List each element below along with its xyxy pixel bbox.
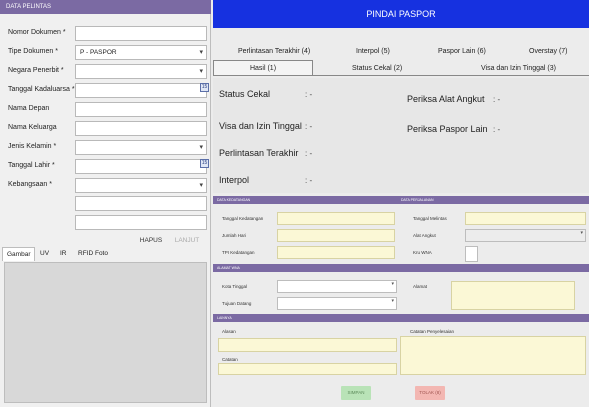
tab-status-cekal[interactable]: Status Cekal (2) — [352, 65, 402, 72]
visa-value: : - — [305, 122, 313, 131]
field-tanggal-lahir: Tanggal Lahir * 15 — [0, 157, 211, 176]
tanggal-melintas-label: Tanggal Melintas — [413, 216, 447, 221]
field-label: Nama Depan — [8, 105, 50, 112]
calendar-icon[interactable]: 15 — [200, 83, 209, 92]
negara-penerbit-select[interactable] — [75, 64, 207, 79]
field-nama-depan: Nama Depan — [0, 100, 211, 119]
alamat-wna-header: ALAMAT WNA — [213, 264, 589, 272]
extra-input-2[interactable] — [75, 215, 207, 230]
tab-interpol[interactable]: Interpol (5) — [356, 48, 390, 55]
paspor-lain-value: : - — [493, 125, 501, 134]
paspor-lain-label: Periksa Paspor Lain — [407, 124, 488, 134]
tanggal-kedatangan-label: Tanggal Kedatangan — [222, 216, 264, 221]
tanggal-kadaluarsa-input[interactable] — [75, 83, 207, 98]
alamat-field[interactable] — [451, 281, 575, 310]
status-cekal-label: Status Cekal — [219, 89, 271, 99]
tab-divider — [213, 75, 589, 76]
left-panel: DATA PELINTAS Nomor Dokumen * Tipe Dokum… — [0, 0, 211, 407]
tab-gambar[interactable]: Gambar — [2, 247, 36, 261]
field-label: Tanggal Lahir * — [8, 162, 55, 169]
alasan-field[interactable] — [218, 338, 397, 352]
kebangsaan-select[interactable] — [75, 178, 207, 193]
tab-hasil[interactable]: Hasil (1) — [213, 60, 313, 76]
field-label: Jenis Kelamin * — [8, 143, 57, 150]
field-label: Kebangsaan * — [8, 181, 52, 188]
catatan-penyelesaian-field[interactable] — [400, 336, 586, 375]
kedatangan-header: DATA KEDATANGAN — [213, 196, 397, 204]
nama-keluarga-input[interactable] — [75, 121, 207, 136]
kota-tinggal-select[interactable] — [277, 280, 397, 293]
interpol-value: : - — [305, 176, 313, 185]
tab-ir[interactable]: IR — [56, 247, 71, 261]
page-title: PINDAI PASPOR — [213, 0, 589, 28]
tab-rfid-foto[interactable]: RFID Foto — [74, 247, 112, 261]
left-panel-header: DATA PELINTAS — [0, 0, 211, 14]
alat-angkut-label: Periksa Alat Angkut — [407, 94, 485, 104]
tanggal-lahir-input[interactable] — [75, 159, 207, 174]
kru-wna-field[interactable] — [465, 246, 478, 262]
nomor-dokumen-input[interactable] — [75, 26, 207, 41]
tipe-dokumen-select[interactable]: P - PASPOR — [75, 45, 207, 60]
field-nama-keluarga: Nama Keluarga — [0, 119, 211, 138]
tujuan-datang-select[interactable] — [277, 297, 397, 310]
alat-angkut-select[interactable] — [465, 229, 586, 242]
field-jenis-kelamin: Jenis Kelamin * — [0, 138, 211, 157]
image-preview — [4, 262, 207, 403]
alasan-label: Alasan — [222, 329, 236, 334]
field-label: Tipe Dokumen * — [8, 48, 58, 55]
perjalanan-header: DATA PERJALANAN — [397, 196, 589, 204]
jenis-kelamin-select[interactable] — [75, 140, 207, 155]
calendar-icon[interactable]: 15 — [200, 159, 209, 168]
alamat-label: Alamat — [413, 284, 428, 289]
tab-overstay[interactable]: Overstay (7) — [529, 48, 568, 55]
field-label: Nomor Dokumen * — [8, 29, 66, 36]
field-label: Nama Keluarga — [8, 124, 57, 131]
tanggal-melintas-field[interactable] — [465, 212, 586, 225]
field-negara-penerbit: Negara Penerbit * — [0, 62, 211, 81]
jumlah-hari-field[interactable] — [277, 229, 395, 242]
status-cekal-value: : - — [305, 90, 313, 99]
field-label: Tanggal Kadaluarsa * — [8, 86, 75, 93]
catatan-penyelesaian-label: Catatan Penyelesaian — [410, 329, 455, 334]
nama-depan-input[interactable] — [75, 102, 207, 117]
tpi-kedatangan-field[interactable] — [277, 246, 395, 259]
field-tipe-dokumen: Tipe Dokumen * P - PASPOR — [0, 43, 211, 62]
extra-input-1[interactable] — [75, 196, 207, 211]
jumlah-hari-label: Jumlah Hari — [222, 233, 247, 238]
tpi-kedatangan-label: TPI Kedatangan — [222, 250, 255, 255]
tab-visa-izin-tinggal[interactable]: Visa dan Izin Tinggal (3) — [481, 65, 556, 72]
tab-paspor-lain[interactable]: Paspor Lain (6) — [438, 48, 486, 55]
field-label: Negara Penerbit * — [8, 67, 64, 74]
tab-uv[interactable]: UV — [36, 247, 53, 261]
field-tanggal-kadaluarsa: Tanggal Kadaluarsa * 15 — [0, 81, 211, 100]
perlintasan-value: : - — [305, 149, 313, 158]
catatan-label: Catatan — [222, 357, 238, 362]
tanggal-kedatangan-field[interactable] — [277, 212, 395, 225]
kru-wna-label: Kru WNA — [413, 250, 432, 255]
image-tabs: Gambar UV IR RFID Foto — [2, 247, 207, 261]
field-kebangsaan: Kebangsaan * — [0, 176, 211, 195]
lainnya-header: LAINNYA — [213, 314, 589, 322]
kota-tinggal-label: Kota Tinggal — [222, 284, 248, 289]
simpan-button[interactable]: SIMPAN — [341, 386, 371, 400]
tujuan-datang-label: Tujuan Datang — [222, 301, 252, 306]
catatan-field[interactable] — [218, 363, 397, 375]
lanjut-button[interactable]: LANJUT — [172, 234, 202, 247]
alat-angkut-value: : - — [493, 95, 501, 104]
visa-label: Visa dan Izin Tinggal — [219, 121, 302, 131]
perlintasan-label: Perlintasan Terakhir — [219, 148, 299, 158]
alat-angkut-field-label: Alat Angkut — [413, 233, 436, 238]
interpol-label: Interpol — [219, 175, 250, 185]
hapus-button[interactable]: HAPUS — [136, 234, 166, 247]
tolak-button[interactable]: TOLAK (8) — [415, 386, 445, 400]
field-nomor-dokumen: Nomor Dokumen * — [0, 24, 211, 43]
tab-perlintasan-terakhir[interactable]: Perlintasan Terakhir (4) — [238, 48, 310, 55]
